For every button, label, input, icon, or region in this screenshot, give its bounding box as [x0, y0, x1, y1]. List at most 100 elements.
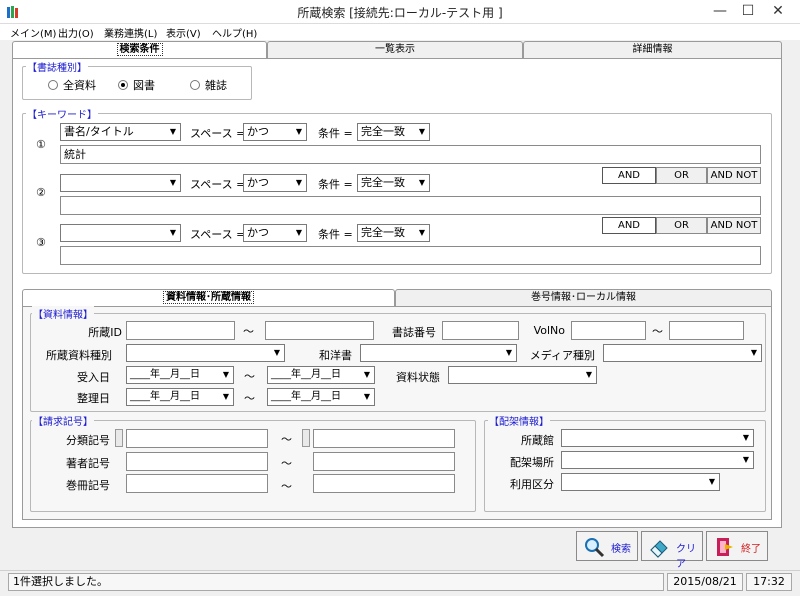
chevron-down-icon: ▼ [295, 228, 303, 237]
biblio-no-input[interactable] [442, 321, 519, 340]
chevron-down-icon: ▼ [273, 348, 281, 357]
minimize-button[interactable]: — [706, 1, 734, 21]
volno-from-input[interactable] [571, 321, 646, 340]
holding-id-tilde: ～ [243, 325, 254, 338]
keyword-1-field-select[interactable]: 書名/タイトル ▼ [60, 123, 181, 141]
location-select[interactable]: ▼ [561, 451, 754, 469]
class-no-tilde: ～ [281, 433, 292, 446]
received-date-label: 受入日 [77, 371, 110, 384]
arranged-from-date[interactable]: ____年__月__日 ▼ [126, 388, 234, 406]
exit-button[interactable]: 終了 [706, 531, 768, 561]
space-label-3: スペース = [190, 228, 246, 241]
location-label: 配架場所 [510, 456, 554, 469]
biblio-no-label: 書誌番号 [392, 326, 436, 339]
arranged-tilde: ～ [244, 392, 255, 405]
received-from-date[interactable]: ____年__月__日 ▼ [126, 366, 234, 384]
doc-info-label: 【資料情報】 [32, 306, 94, 321]
op-or-button-2[interactable]: OR [656, 217, 707, 234]
author-no-to-input[interactable] [313, 452, 455, 471]
menu-bar: メイン(M) 出力(O) 業務連携(L) 表示(V) ヘルプ(H) [0, 24, 800, 40]
radio-journals[interactable] [190, 80, 200, 90]
op-and-button-2[interactable]: AND [602, 217, 656, 234]
chevron-down-icon: ▼ [363, 370, 371, 379]
keyword-2-input[interactable] [60, 196, 761, 215]
chevron-down-icon: ▼ [708, 477, 716, 486]
keyword-1-space-select[interactable]: かつ ▼ [243, 123, 307, 141]
usage-select[interactable]: ▼ [561, 473, 720, 491]
keyword-3-field-select[interactable]: ▼ [60, 224, 181, 242]
keyword-1-input[interactable]: 統計 [60, 145, 761, 164]
cond-label-1: 条件 = [318, 127, 353, 140]
jp-west-select[interactable]: ▼ [360, 344, 517, 362]
tab-list-view[interactable]: 一覧表示 [267, 41, 523, 59]
tab-detail-info[interactable]: 詳細情報 [523, 41, 782, 59]
space-label-1: スペース = [190, 127, 246, 140]
keyword-1-cond-select[interactable]: 完全一致 ▼ [357, 123, 430, 141]
chevron-down-icon: ▼ [742, 433, 750, 442]
cond-label-3: 条件 = [318, 228, 353, 241]
tab-doc-holding-info[interactable]: 資料情報･所蔵情報 [22, 289, 395, 307]
chevron-down-icon: ▼ [750, 348, 758, 357]
holding-type-label: 所蔵資料種別 [46, 349, 112, 362]
keyword-3-cond-select[interactable]: 完全一致 ▼ [357, 224, 430, 242]
volume-no-tilde: ～ [281, 480, 292, 493]
status-select[interactable]: ▼ [448, 366, 597, 384]
menu-help[interactable]: ヘルプ(H) [212, 25, 257, 40]
volno-tilde: ～ [652, 325, 663, 338]
tab-volume-local-info[interactable]: 巻号情報･ローカル情報 [395, 289, 772, 307]
clear-button[interactable]: クリア [641, 531, 703, 570]
status-message: 1件選択しました。 [8, 573, 664, 591]
menu-output[interactable]: 出力(O) [58, 25, 94, 40]
volume-no-to-input[interactable] [313, 474, 455, 493]
library-select[interactable]: ▼ [561, 429, 754, 447]
arranged-to-date[interactable]: ____年__月__日 ▼ [267, 388, 375, 406]
holding-id-to-input[interactable] [265, 321, 374, 340]
op-and-button-1[interactable]: AND [602, 167, 656, 184]
keyword-2-field-select[interactable]: ▼ [60, 174, 181, 192]
radio-all[interactable] [48, 80, 58, 90]
maximize-button[interactable]: ☐ [734, 1, 762, 21]
received-to-date[interactable]: ____年__月__日 ▼ [267, 366, 375, 384]
keyword-3-space-select[interactable]: かつ ▼ [243, 224, 307, 242]
clear-button-label: クリア [676, 544, 696, 570]
menu-link[interactable]: 業務連携(L) [104, 25, 157, 40]
holding-type-select[interactable]: ▼ [126, 344, 285, 362]
holding-id-from-input[interactable] [126, 321, 235, 340]
search-button[interactable]: 検索 [576, 531, 638, 561]
exit-door-icon [717, 538, 733, 556]
tab-search-conditions[interactable]: 検索条件 [12, 41, 267, 59]
class-no-to-input[interactable] [313, 429, 455, 448]
chevron-down-icon: ▼ [363, 392, 371, 401]
chevron-down-icon: ▼ [505, 348, 513, 357]
class-no-from-input[interactable] [126, 429, 268, 448]
menu-view[interactable]: 表示(V) [166, 25, 201, 40]
chevron-down-icon: ▼ [295, 178, 303, 187]
op-and-not-button-2[interactable]: AND NOT [707, 217, 761, 234]
class-no-from-picker[interactable] [115, 429, 123, 447]
class-no-label: 分類記号 [66, 434, 110, 447]
cond-label-2: 条件 = [318, 178, 353, 191]
chevron-down-icon: ▼ [418, 178, 426, 187]
chevron-down-icon: ▼ [295, 127, 303, 136]
author-no-from-input[interactable] [126, 452, 268, 471]
media-type-select[interactable]: ▼ [603, 344, 762, 362]
op-or-button-1[interactable]: OR [656, 167, 707, 184]
keyword-2-cond-select[interactable]: 完全一致 ▼ [357, 174, 430, 192]
library-label: 所蔵館 [521, 434, 554, 447]
keyword-2-space-select[interactable]: かつ ▼ [243, 174, 307, 192]
volno-label: VolNo [533, 324, 565, 337]
media-type-label: メディア種別 [529, 349, 595, 362]
close-button[interactable]: ✕ [764, 1, 792, 21]
shelf-info-label: 【配架情報】 [488, 413, 550, 428]
radio-journals-label: 雑誌 [205, 79, 227, 92]
class-no-to-picker[interactable] [302, 429, 310, 447]
keyword-row-3-number: ③ [36, 236, 46, 249]
menu-main[interactable]: メイン(M) [10, 25, 56, 40]
volume-no-from-input[interactable] [126, 474, 268, 493]
keyword-3-input[interactable] [60, 246, 761, 265]
radio-books[interactable] [118, 80, 128, 90]
chevron-down-icon: ▼ [585, 370, 593, 379]
volno-to-input[interactable] [669, 321, 744, 340]
chevron-down-icon: ▼ [169, 178, 177, 187]
op-and-not-button-1[interactable]: AND NOT [707, 167, 761, 184]
